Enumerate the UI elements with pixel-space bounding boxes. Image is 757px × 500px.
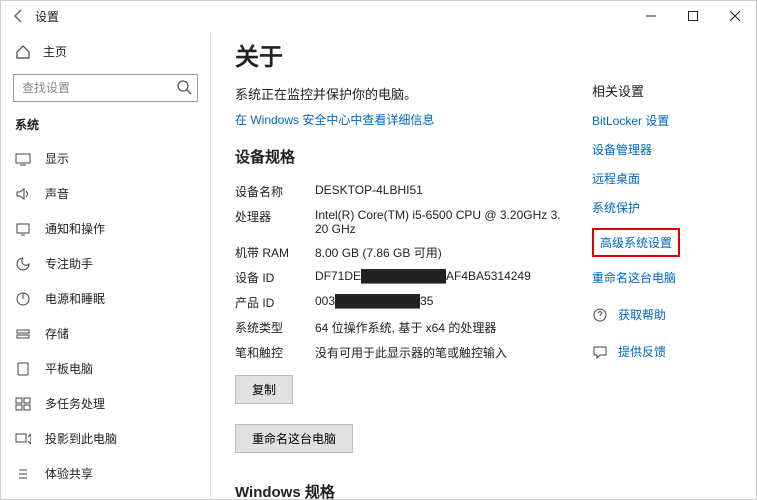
focus-icon [15, 256, 31, 272]
project-icon [15, 431, 31, 447]
device-spec-heading: 设备规格 [235, 146, 562, 167]
sidebar-item-label: 投影到此电脑 [45, 430, 117, 447]
spec-value: 64 位操作系统, 基于 x64 的处理器 [315, 319, 562, 336]
sidebar-item-shared[interactable]: 体验共享 [1, 456, 210, 491]
search-icon [176, 79, 192, 95]
tablet-icon [15, 361, 31, 377]
minimize-button[interactable] [630, 1, 672, 31]
spec-row: 系统类型64 位操作系统, 基于 x64 的处理器 [235, 315, 562, 340]
sidebar-item-project[interactable]: 投影到此电脑 [1, 421, 210, 456]
main-content: 关于 系统正在监控并保护你的电脑。 在 Windows 安全中心中查看详细信息 … [211, 31, 756, 499]
spec-value: Intel(R) Core(TM) i5-6500 CPU @ 3.20GHz … [315, 208, 562, 236]
category-label: 系统 [1, 112, 210, 141]
help-icon [592, 307, 608, 323]
sidebar-item-label: 通知和操作 [45, 220, 105, 237]
sidebar-item-notifications[interactable]: 通知和操作 [1, 211, 210, 246]
search-input[interactable] [13, 74, 198, 102]
link-rename-pc[interactable]: 重命名这台电脑 [592, 269, 732, 286]
multitask-icon [15, 396, 31, 412]
app-title: 设置 [35, 8, 59, 25]
home-icon [15, 44, 31, 60]
security-center-link[interactable]: 在 Windows 安全中心中查看详细信息 [235, 111, 562, 128]
spec-row: 机带 RAM8.00 GB (7.86 GB 可用) [235, 240, 562, 265]
sidebar-item-sound[interactable]: 声音 [1, 176, 210, 211]
related-panel: 相关设置 BitLocker 设置 设备管理器 远程桌面 系统保护 高级系统设置… [592, 37, 732, 499]
sidebar-item-label: 平板电脑 [45, 360, 93, 377]
link-remote-desktop[interactable]: 远程桌面 [592, 170, 732, 187]
get-help-label: 获取帮助 [618, 306, 666, 323]
display-icon [15, 151, 31, 167]
spec-value: 8.00 GB (7.86 GB 可用) [315, 244, 562, 261]
spec-label: 笔和触控 [235, 344, 315, 361]
windows-spec-heading: Windows 规格 [235, 481, 562, 499]
sidebar-item-label: 声音 [45, 185, 69, 202]
feedback-link[interactable]: 提供反馈 [592, 343, 732, 360]
spec-row: 设备 IDDF71DE██████████AF4BA5314249 [235, 265, 562, 290]
spec-label: 系统类型 [235, 319, 315, 336]
feedback-label: 提供反馈 [618, 343, 666, 360]
spec-row: 产品 ID003██████████35 [235, 290, 562, 315]
link-device-manager[interactable]: 设备管理器 [592, 141, 732, 158]
related-heading: 相关设置 [592, 81, 732, 100]
home-label: 主页 [43, 43, 67, 60]
shared-icon [15, 466, 31, 482]
spec-label: 设备名称 [235, 183, 315, 200]
spec-row: 处理器Intel(R) Core(TM) i5-6500 CPU @ 3.20G… [235, 204, 562, 240]
feedback-icon [592, 344, 608, 360]
sidebar-item-label: 多任务处理 [45, 395, 105, 412]
spec-row: 笔和触控没有可用于此显示器的笔或触控输入 [235, 340, 562, 365]
link-bitlocker[interactable]: BitLocker 设置 [592, 112, 732, 129]
power-icon [15, 291, 31, 307]
sidebar-item-label: 电源和睡眠 [45, 290, 105, 307]
link-system-protection[interactable]: 系统保护 [592, 199, 732, 216]
spec-value: DF71DE██████████AF4BA5314249 [315, 269, 562, 286]
sidebar-item-label: 存储 [45, 325, 69, 342]
sidebar-item-clipboard[interactable]: 剪贴板 [1, 491, 210, 499]
sidebar-item-tablet[interactable]: 平板电脑 [1, 351, 210, 386]
spec-row: 设备名称DESKTOP-4LBHI51 [235, 179, 562, 204]
sidebar-item-focus[interactable]: 专注助手 [1, 246, 210, 281]
sidebar: 主页 系统 显示 声音 通知和操作 专注助手 电源和睡眠 存储 平板电脑 多任务… [1, 31, 211, 499]
back-arrow-icon[interactable] [11, 8, 27, 24]
spec-label: 机带 RAM [235, 244, 315, 261]
protection-status: 系统正在监控并保护你的电脑。 [235, 84, 562, 103]
notification-icon [15, 221, 31, 237]
titlebar: 设置 [1, 1, 756, 31]
maximize-button[interactable] [672, 1, 714, 31]
rename-pc-button[interactable]: 重命名这台电脑 [235, 424, 353, 453]
page-title: 关于 [235, 37, 562, 72]
spec-value: 没有可用于此显示器的笔或触控输入 [315, 344, 562, 361]
sidebar-item-multitask[interactable]: 多任务处理 [1, 386, 210, 421]
sidebar-item-label: 体验共享 [45, 465, 93, 482]
sound-icon [15, 186, 31, 202]
link-advanced-system-settings[interactable]: 高级系统设置 [592, 228, 680, 257]
spec-label: 产品 ID [235, 294, 315, 311]
nav-list: 显示 声音 通知和操作 专注助手 电源和睡眠 存储 平板电脑 多任务处理 投影到… [1, 141, 210, 499]
sidebar-item-storage[interactable]: 存储 [1, 316, 210, 351]
window-controls [630, 1, 756, 31]
get-help-link[interactable]: 获取帮助 [592, 306, 732, 323]
spec-value: DESKTOP-4LBHI51 [315, 183, 562, 200]
spec-label: 处理器 [235, 208, 315, 236]
spec-label: 设备 ID [235, 269, 315, 286]
storage-icon [15, 326, 31, 342]
sidebar-item-label: 专注助手 [45, 255, 93, 272]
home-nav[interactable]: 主页 [1, 35, 210, 68]
close-button[interactable] [714, 1, 756, 31]
spec-value: 003██████████35 [315, 294, 562, 311]
sidebar-item-display[interactable]: 显示 [1, 141, 210, 176]
sidebar-item-label: 显示 [45, 150, 69, 167]
copy-button[interactable]: 复制 [235, 375, 293, 404]
sidebar-item-power[interactable]: 电源和睡眠 [1, 281, 210, 316]
